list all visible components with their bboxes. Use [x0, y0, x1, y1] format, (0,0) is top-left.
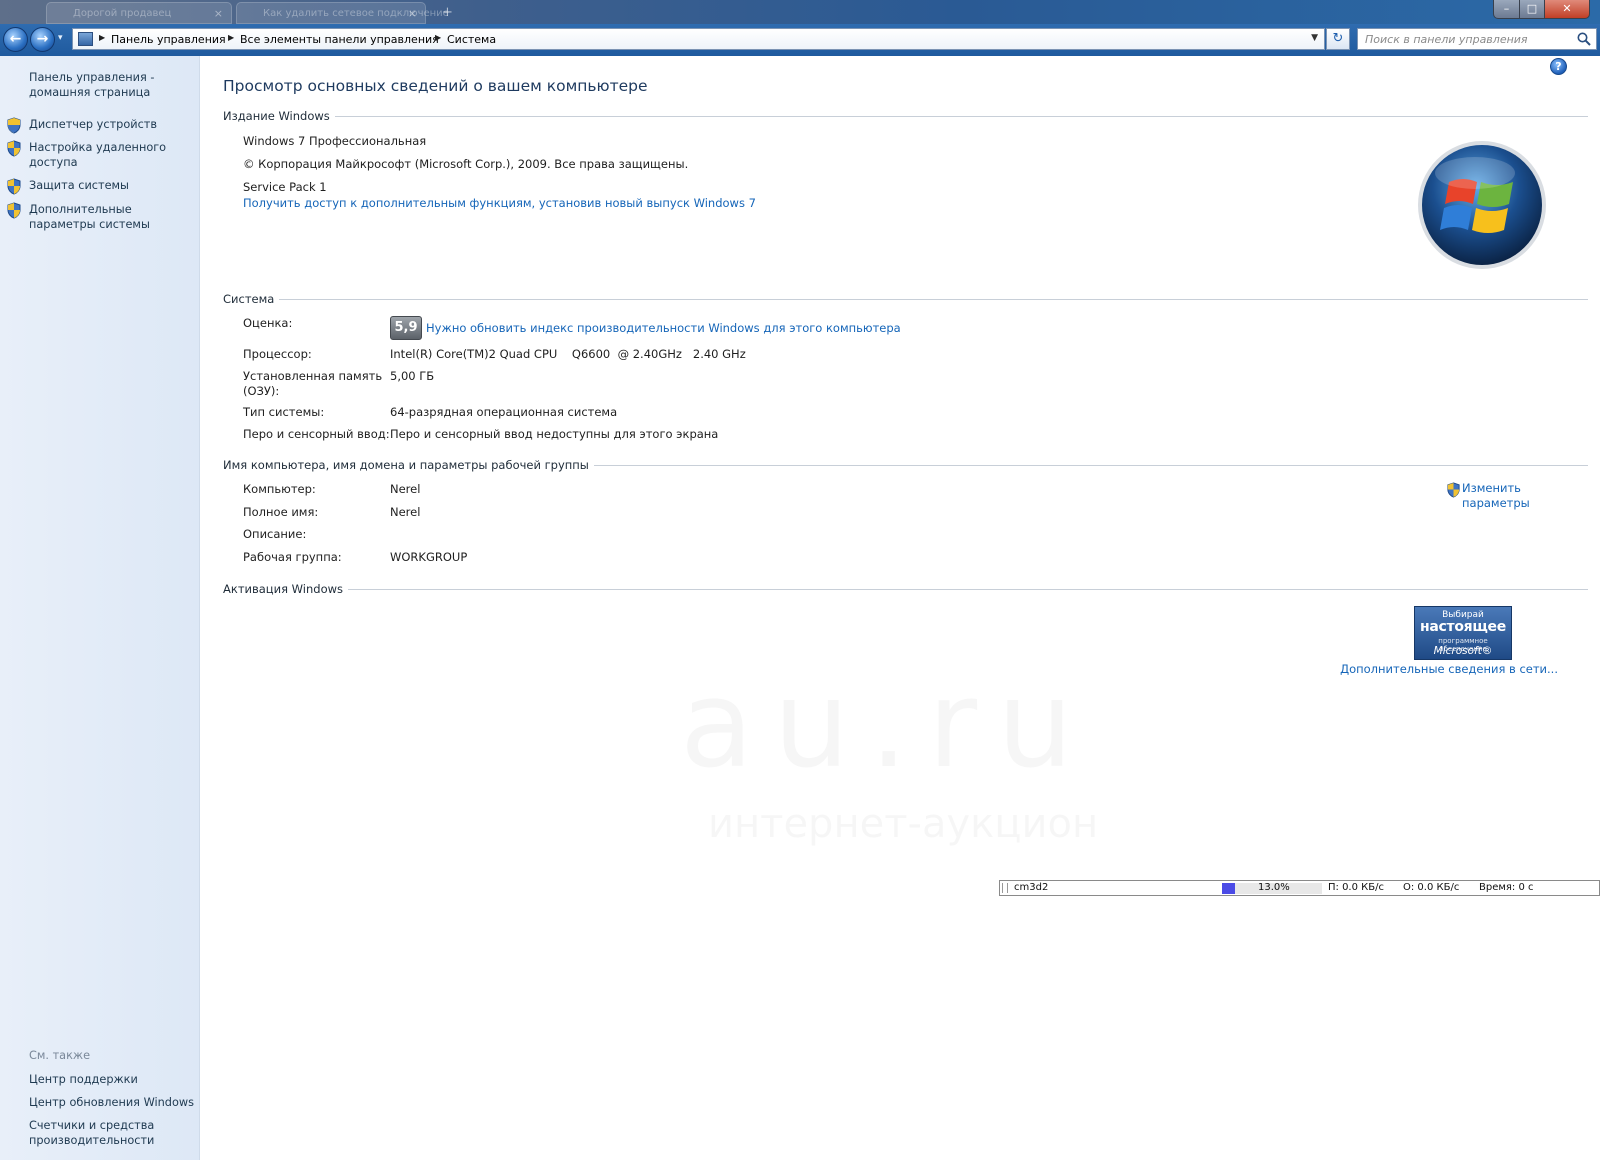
breadcrumb-arrow-icon[interactable]: ▶ — [435, 33, 441, 42]
computer-label: Компьютер: — [243, 482, 316, 496]
processor-value: Intel(R) Core(TM)2 Quad CPU Q6600 @ 2.40… — [390, 347, 746, 361]
page-title: Просмотр основных сведений о вашем компь… — [223, 77, 648, 95]
search-icon[interactable] — [1576, 31, 1592, 47]
main-content: ? Просмотр основных сведений о вашем ком… — [200, 56, 1600, 1160]
upload-rate: О: 0.0 КБ/с — [1403, 882, 1460, 893]
service-pack: Service Pack 1 — [243, 180, 327, 194]
pen-touch-label: Перо и сенсорный ввод: — [243, 427, 390, 441]
task-pane: Панель управления - домашняя страница Ди… — [0, 56, 200, 1160]
drag-handle-icon[interactable] — [1002, 883, 1008, 893]
change-settings-label[interactable]: Изменить параметры — [1462, 481, 1542, 511]
browser-tab-label: Как удалить сетевое подключение — [263, 8, 449, 19]
badge-text: Microsoft® — [1433, 645, 1493, 657]
address-bar[interactable]: ▶ Панель управления ▶ Все элементы панел… — [72, 28, 1325, 50]
breadcrumb-arrow-icon[interactable]: ▶ — [228, 33, 234, 42]
workgroup-value: WORKGROUP — [390, 550, 468, 564]
more-info-online-link[interactable]: Дополнительные сведения в сети... — [1340, 662, 1558, 676]
section-computer-name: Имя компьютера, имя домена и параметры р… — [223, 458, 1588, 474]
minimize-button[interactable]: – — [1493, 0, 1520, 19]
shield-icon — [1447, 482, 1460, 498]
pen-touch-value: Перо и сенсорный ввод недоступны для это… — [390, 427, 719, 441]
section-system: Система — [223, 292, 1588, 308]
divider — [223, 589, 1588, 590]
shield-icon — [7, 202, 21, 219]
control-panel-icon — [78, 32, 93, 46]
sidebar-item-system-protection[interactable]: Защита системы — [29, 178, 194, 193]
see-also-heading: См. также — [29, 1049, 91, 1062]
section-heading: Имя компьютера, имя домена и параметры р… — [223, 458, 594, 472]
chevron-down-icon[interactable]: ▼ — [1311, 33, 1318, 43]
help-button[interactable]: ? — [1550, 58, 1567, 75]
full-name-value: Nerel — [390, 505, 421, 519]
breadcrumb-all-items[interactable]: Все элементы панели управления — [240, 33, 439, 46]
refresh-button[interactable]: ↻ — [1326, 28, 1350, 50]
forward-button[interactable]: → — [30, 27, 55, 52]
section-windows-edition: Издание Windows — [223, 109, 1588, 125]
breadcrumb-arrow-icon[interactable]: ▶ — [99, 33, 105, 42]
section-heading: Система — [223, 292, 280, 306]
genuine-microsoft-badge[interactable]: Выбирай настоящее программное обеспечени… — [1414, 606, 1512, 660]
watermark: au.ru интернет-аукцион — [680, 656, 1180, 876]
description-label: Описание: — [243, 527, 307, 541]
shield-icon — [7, 178, 21, 195]
cpu-load-percent: 13.0% — [1258, 882, 1290, 893]
sidebar-item-control-panel-home[interactable]: Панель управления - домашняя страница — [29, 70, 194, 100]
close-icon[interactable]: × — [408, 7, 417, 20]
system-type-value: 64-разрядная операционная система — [390, 405, 618, 419]
close-window-button[interactable]: ✕ — [1544, 0, 1590, 19]
windows-logo-icon — [1418, 141, 1546, 269]
search-box[interactable] — [1357, 28, 1597, 50]
edition-name: Windows 7 Профессиональная — [243, 134, 427, 148]
sidebar-item-advanced-settings[interactable]: Дополнительные параметры системы — [29, 202, 194, 232]
search-input[interactable] — [1358, 29, 1574, 49]
ram-label: Установленная память (ОЗУ): — [243, 369, 383, 398]
performance-index-link[interactable]: Нужно обновить индекс производительности… — [426, 321, 901, 335]
performance-score-badge[interactable]: 5,9 — [390, 316, 422, 340]
back-button[interactable]: ← — [3, 27, 28, 52]
processor-label: Процессор: — [243, 347, 312, 361]
badge-text: настоящее — [1420, 619, 1506, 635]
resource-monitor-strip: cm3d2 13.0% П: 0.0 КБ/с О: 0.0 КБ/с Врем… — [999, 880, 1600, 896]
cpu-load-fill — [1222, 883, 1235, 894]
computer-value: Nerel — [390, 482, 421, 496]
sidebar-item-action-center[interactable]: Центр поддержки — [29, 1072, 194, 1087]
rating-label: Оценка: — [243, 316, 293, 330]
browser-tab[interactable]: Дорогой продавец × — [46, 2, 232, 24]
copyright-text: © Корпорация Майкрософт (Microsoft Corp.… — [243, 157, 689, 171]
ram-value: 5,00 ГБ — [390, 369, 435, 383]
navigation-bar: ← → ▾ ▶ Панель управления ▶ Все элементы… — [0, 24, 1600, 56]
shield-icon — [7, 140, 21, 157]
process-name: cm3d2 — [1014, 882, 1049, 893]
close-icon[interactable]: × — [214, 7, 223, 20]
breadcrumb-system[interactable]: Система — [447, 33, 496, 46]
title-bar: Дорогой продавец × Как удалить сетевое п… — [0, 0, 1600, 24]
new-tab-icon[interactable]: + — [442, 5, 453, 20]
watermark-text: интернет-аукцион — [708, 801, 1098, 847]
sidebar-item-remote-settings[interactable]: Настройка удаленного доступа — [29, 140, 194, 170]
section-activation: Активация Windows — [223, 582, 1588, 598]
download-rate: П: 0.0 КБ/с — [1328, 882, 1384, 893]
divider — [223, 116, 1588, 117]
full-name-label: Полное имя: — [243, 505, 319, 519]
sidebar-item-device-manager[interactable]: Диспетчер устройств — [29, 117, 194, 132]
sidebar-item-windows-update[interactable]: Центр обновления Windows — [29, 1095, 194, 1110]
sidebar-item-performance-tools[interactable]: Счетчики и средства производительности — [29, 1118, 194, 1148]
breadcrumb-control-panel[interactable]: Панель управления — [111, 33, 226, 46]
system-type-label: Тип системы: — [243, 405, 325, 419]
recent-pages-icon[interactable]: ▾ — [58, 33, 63, 43]
upgrade-link[interactable]: Получить доступ к дополнительным функция… — [243, 196, 756, 210]
workgroup-label: Рабочая группа: — [243, 550, 342, 564]
elapsed-time: Время: 0 с — [1479, 882, 1534, 893]
browser-tab[interactable]: Как удалить сетевое подключение × — [236, 2, 449, 24]
browser-tab-label: Дорогой продавец — [73, 8, 172, 19]
section-heading: Активация Windows — [223, 582, 349, 596]
watermark-text: au.ru — [680, 656, 1093, 795]
maximize-button[interactable]: □ — [1519, 0, 1545, 19]
shield-icon — [7, 117, 21, 134]
section-heading: Издание Windows — [223, 109, 335, 123]
divider — [223, 299, 1588, 300]
